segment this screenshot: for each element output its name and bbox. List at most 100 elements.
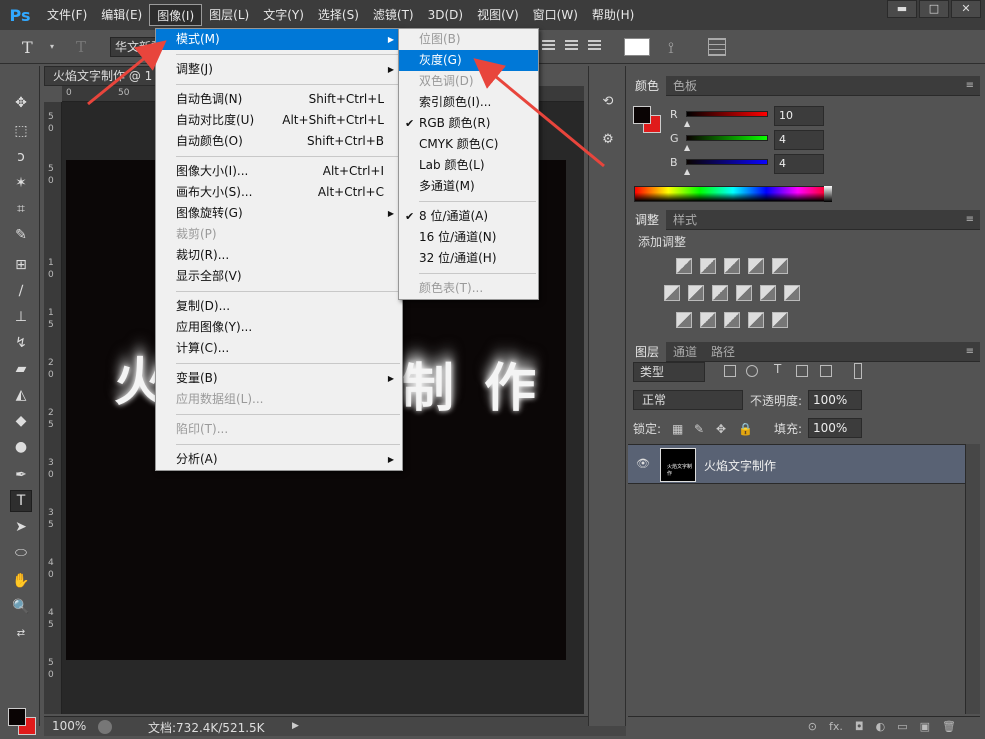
color-balance-icon[interactable]	[688, 285, 704, 301]
mode-menu-item[interactable]: ✔ RGB 颜色(R)	[399, 113, 538, 134]
font-family-select[interactable]: 华文新魏	[110, 37, 156, 57]
foreground-color[interactable]	[8, 708, 26, 726]
filter-toggle-icon[interactable]	[854, 363, 862, 379]
lock-all-icon[interactable]: 🔒	[738, 422, 753, 436]
red-value-input[interactable]: 10	[774, 106, 824, 126]
mode-menu-item[interactable]: CMYK 颜色(C)	[399, 134, 538, 155]
pen-tool-icon[interactable]: ✒	[10, 464, 32, 486]
image-menu-item[interactable]: 分析(A) ▶	[156, 449, 402, 470]
zoom-tool-icon[interactable]: 🔍	[10, 596, 32, 618]
mode-menu-item[interactable]: Lab 颜色(L)	[399, 155, 538, 176]
slider-knob-icon[interactable]: ▲	[684, 119, 690, 128]
delete-layer-icon[interactable]: 🗑	[942, 720, 956, 733]
type-tool-preset-icon[interactable]: T	[22, 38, 33, 57]
menu-type[interactable]: 文字(Y)	[256, 4, 311, 26]
move-tool-icon[interactable]: ✥	[10, 92, 32, 114]
history-brush-icon[interactable]: ↯	[10, 332, 32, 354]
menu-select[interactable]: 选择(S)	[311, 4, 366, 26]
color-spectrum-bar[interactable]	[634, 186, 832, 202]
marquee-tool-icon[interactable]: ⬚	[10, 120, 32, 142]
mode-menu-item[interactable]: ✔ 8 位/通道(A)	[399, 206, 538, 227]
image-menu-item[interactable]: 自动颜色(O) Shift+Ctrl+B	[156, 131, 402, 152]
warp-text-icon[interactable]: ⟟	[668, 38, 674, 58]
image-menu-item[interactable]: 图像旋转(G) ▶	[156, 203, 402, 224]
tab-adjustments[interactable]: 调整	[628, 209, 667, 230]
vibrance-icon[interactable]	[772, 258, 788, 274]
image-menu-item[interactable]: 应用图像(Y)...	[156, 317, 402, 338]
eyedropper-icon[interactable]: ✎	[10, 224, 32, 246]
layer-name[interactable]: 火焰文字制作	[704, 457, 776, 474]
new-adjustment-icon[interactable]: ◐	[876, 720, 886, 733]
text-orientation-icon[interactable]: T	[76, 38, 86, 56]
image-menu-item[interactable]: 显示全部(V)	[156, 266, 402, 287]
gradient-map-icon[interactable]	[772, 312, 788, 328]
red-slider[interactable]	[686, 111, 768, 117]
menu-help[interactable]: 帮助(H)	[585, 4, 641, 26]
image-menu-item[interactable]: 自动色调(N) Shift+Ctrl+L	[156, 89, 402, 110]
status-menu-arrow-icon[interactable]: ▶	[292, 721, 299, 731]
lock-transparent-icon[interactable]: ▦	[672, 422, 683, 436]
eye-icon[interactable]: 👁	[636, 457, 650, 470]
minimize-button[interactable]: ▬	[887, 0, 917, 18]
filter-type-icon[interactable]: T	[774, 362, 786, 376]
threshold-icon[interactable]	[724, 312, 740, 328]
menu-layer[interactable]: 图层(L)	[202, 4, 256, 26]
properties-panel-icon[interactable]: ⚙	[599, 132, 617, 150]
layers-scrollbar[interactable]	[965, 444, 980, 714]
filter-shape-icon[interactable]	[796, 365, 808, 377]
layer-style-icon[interactable]: fx.	[829, 720, 843, 733]
image-menu-item[interactable]: 计算(C)...	[156, 338, 402, 359]
black-white-ramp[interactable]	[824, 186, 832, 202]
swap-colors-icon[interactable]: ⇄	[10, 622, 32, 644]
clone-stamp-icon[interactable]: ⊥	[10, 306, 32, 328]
lock-pixels-icon[interactable]: ✎	[694, 422, 704, 436]
slider-knob-icon[interactable]: ▲	[684, 143, 690, 152]
mode-menu-item[interactable]: 索引颜色(I)...	[399, 92, 538, 113]
add-mask-icon[interactable]: ◘	[855, 720, 864, 733]
panel-menu-icon[interactable]: ≡	[966, 214, 974, 225]
image-menu-item[interactable]: 图像大小(I)... Alt+Ctrl+I	[156, 161, 402, 182]
mode-menu-item[interactable]: 16 位/通道(N)	[399, 227, 538, 248]
tab-channels[interactable]: 通道	[666, 342, 704, 362]
lasso-tool-icon[interactable]: ↄ	[10, 146, 32, 168]
hand-tool-icon[interactable]: ✋	[10, 570, 32, 592]
history-panel-icon[interactable]: ⟲	[599, 94, 617, 112]
filter-smart-object-icon[interactable]	[820, 365, 832, 377]
image-menu-item[interactable]: 模式(M) ▶	[156, 29, 402, 50]
type-tool-icon[interactable]: T	[10, 490, 32, 512]
tab-color[interactable]: 颜色	[628, 75, 667, 96]
fill-input[interactable]: 100%	[808, 418, 862, 438]
blue-value-input[interactable]: 4	[774, 154, 824, 174]
dodge-tool-icon[interactable]: ●	[10, 436, 32, 458]
link-layers-icon[interactable]: ⊙	[808, 720, 817, 733]
brush-tool-icon[interactable]: ∕	[10, 280, 32, 302]
text-color-swatch[interactable]	[624, 38, 650, 56]
chevron-down-icon[interactable]: ▾	[50, 42, 54, 51]
mode-menu-item[interactable]: 32 位/通道(H)	[399, 248, 538, 269]
layer-row[interactable]: 👁 火焰文字制作 火焰文字制作	[628, 444, 965, 484]
new-layer-icon[interactable]: ▣	[920, 720, 930, 733]
status-info-icon[interactable]	[98, 720, 112, 734]
align-right-icon[interactable]	[588, 40, 601, 52]
character-panel-icon[interactable]	[708, 38, 726, 56]
menu-file[interactable]: 文件(F)	[40, 4, 94, 26]
image-menu-item[interactable]: 复制(D)...	[156, 296, 402, 317]
document-tab[interactable]: 火焰文字制作 @ 1	[44, 66, 160, 86]
hue-saturation-icon[interactable]	[664, 285, 680, 301]
black-white-icon[interactable]	[712, 285, 728, 301]
magic-wand-icon[interactable]: ✶	[10, 172, 32, 194]
image-menu-item[interactable]: 裁切(R)...	[156, 245, 402, 266]
panel-menu-icon[interactable]: ≡	[966, 80, 974, 91]
align-center-icon[interactable]	[565, 40, 578, 52]
tab-swatches[interactable]: 色板	[666, 76, 704, 96]
menu-edit[interactable]: 编辑(E)	[94, 4, 149, 26]
layer-filter-select[interactable]: 类型	[633, 362, 705, 382]
ellipse-tool-icon[interactable]: ⬭	[10, 542, 32, 564]
menu-image[interactable]: 图像(I)	[149, 4, 203, 26]
lock-position-icon[interactable]: ✥	[716, 422, 726, 436]
blur-tool-icon[interactable]: ◆	[10, 410, 32, 432]
brightness-contrast-icon[interactable]	[676, 258, 692, 274]
panel-menu-icon[interactable]: ≡	[966, 346, 974, 357]
filter-pixel-icon[interactable]	[724, 365, 736, 377]
maximize-button[interactable]: □	[919, 0, 949, 18]
